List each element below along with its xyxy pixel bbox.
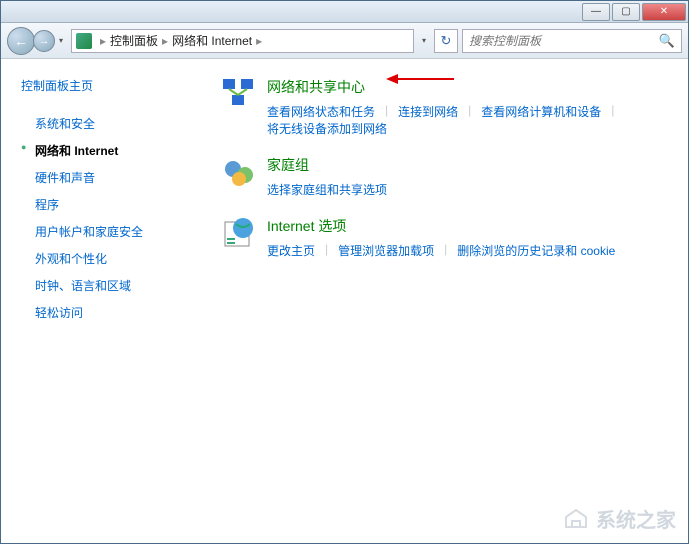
sidebar-item-programs[interactable]: 程序 [21,191,189,218]
breadcrumb-network-internet[interactable]: 网络和 Internet [172,32,252,49]
sidebar-item-hardware-sound[interactable]: 硬件和声音 [21,164,189,191]
section-network-sharing: 网络和共享中心 查看网络状态和任务 | 连接到网络 | 查看网络计算机和设备 |… [221,77,668,137]
link-connect-network[interactable]: 连接到网络 [398,103,458,120]
link-sep: | [325,242,328,259]
navbar: ← → ▾ ▸ 控制面板 ▸ 网络和 Internet ▸ ▾ ↻ 🔍 [1,23,688,59]
link-change-homepage[interactable]: 更改主页 [267,242,315,259]
content-body: 控制面板主页 系统和安全 网络和 Internet 硬件和声音 程序 用户帐户和… [1,59,688,543]
network-sharing-center-link[interactable]: 网络和共享中心 [267,77,668,97]
sidebar-item-ease-of-access[interactable]: 轻松访问 [21,299,189,326]
back-button[interactable]: ← [7,27,35,55]
link-manage-addons[interactable]: 管理浏览器加载项 [338,242,434,259]
control-panel-window: — ▢ ✕ ← → ▾ ▸ 控制面板 ▸ 网络和 Internet ▸ ▾ ↻ … [0,0,689,544]
internet-options-link[interactable]: Internet 选项 [267,216,668,236]
homegroup-link[interactable]: 家庭组 [267,155,668,175]
control-panel-home-link[interactable]: 控制面板主页 [21,77,189,94]
watermark-text: 系统之家 [596,504,676,533]
breadcrumb-sep: ▸ [256,34,262,48]
section-links: 选择家庭组和共享选项 [267,181,668,198]
sidebar-item-appearance[interactable]: 外观和个性化 [21,245,189,272]
titlebar: — ▢ ✕ [1,1,688,23]
sidebar: 控制面板主页 系统和安全 网络和 Internet 硬件和声音 程序 用户帐户和… [1,59,201,543]
internet-options-icon [221,216,257,252]
section-links: 更改主页 | 管理浏览器加载项 | 删除浏览的历史记录和 cookie [267,242,668,259]
refresh-button[interactable]: ↻ [434,29,458,53]
breadcrumb-control-panel[interactable]: 控制面板 [110,32,158,49]
control-panel-icon [76,33,92,49]
section-homegroup: 家庭组 选择家庭组和共享选项 [221,155,668,198]
breadcrumb-dropdown[interactable]: ▾ [418,31,430,51]
link-view-computers-devices[interactable]: 查看网络计算机和设备 [481,103,601,120]
section-body: 网络和共享中心 查看网络状态和任务 | 连接到网络 | 查看网络计算机和设备 |… [267,77,668,137]
sidebar-item-user-accounts[interactable]: 用户帐户和家庭安全 [21,218,189,245]
sidebar-list: 系统和安全 网络和 Internet 硬件和声音 程序 用户帐户和家庭安全 外观… [21,110,189,326]
link-homegroup-sharing-options[interactable]: 选择家庭组和共享选项 [267,181,387,198]
sidebar-item-clock-language[interactable]: 时钟、语言和区域 [21,272,189,299]
breadcrumb[interactable]: ▸ 控制面板 ▸ 网络和 Internet ▸ [71,29,414,53]
link-view-network-status[interactable]: 查看网络状态和任务 [267,103,375,120]
forward-button[interactable]: → [33,30,55,52]
breadcrumb-sep: ▸ [162,34,168,48]
link-sep: | [385,103,388,120]
sidebar-item-system-security[interactable]: 系统和安全 [21,110,189,137]
search-box[interactable]: 🔍 [462,29,682,53]
section-links: 查看网络状态和任务 | 连接到网络 | 查看网络计算机和设备 | 将无线设备添加… [267,103,668,137]
link-add-wireless-device[interactable]: 将无线设备添加到网络 [267,120,387,137]
link-sep: | [468,103,471,120]
close-button[interactable]: ✕ [642,3,686,21]
search-icon: 🔍 [659,33,675,49]
section-internet-options: Internet 选项 更改主页 | 管理浏览器加载项 | 删除浏览的历史记录和… [221,216,668,259]
history-dropdown[interactable]: ▾ [55,31,67,51]
sidebar-item-network-internet[interactable]: 网络和 Internet [21,137,189,164]
network-sharing-icon [221,77,257,113]
watermark: 系统之家 [562,504,676,533]
section-body: Internet 选项 更改主页 | 管理浏览器加载项 | 删除浏览的历史记录和… [267,216,668,259]
minimize-button[interactable]: — [582,3,610,21]
main-panel: 网络和共享中心 查看网络状态和任务 | 连接到网络 | 查看网络计算机和设备 |… [201,59,688,543]
nav-buttons: ← → ▾ [7,27,67,55]
link-delete-history-cookies[interactable]: 删除浏览的历史记录和 cookie [457,242,615,259]
search-input[interactable] [469,34,659,48]
breadcrumb-sep: ▸ [100,34,106,48]
link-sep: | [444,242,447,259]
maximize-button[interactable]: ▢ [612,3,640,21]
homegroup-icon [221,155,257,191]
section-body: 家庭组 选择家庭组和共享选项 [267,155,668,198]
link-sep: | [611,103,614,120]
